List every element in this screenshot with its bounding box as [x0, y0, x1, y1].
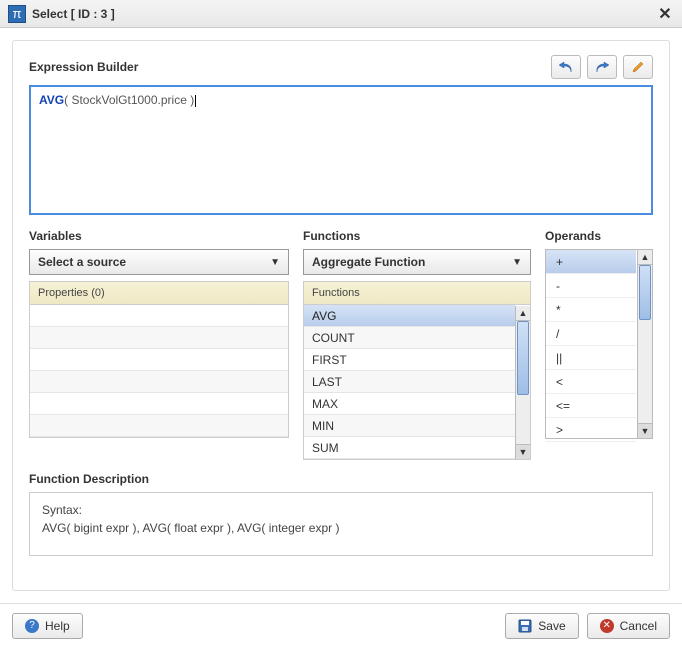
- variables-source-dropdown[interactable]: Select a source ▼: [29, 249, 289, 275]
- help-button[interactable]: ? Help: [12, 613, 83, 639]
- variable-row[interactable]: [30, 393, 288, 415]
- save-button[interactable]: Save: [505, 613, 578, 639]
- expr-fn: AVG: [39, 93, 64, 107]
- function-item[interactable]: COUNT: [304, 327, 515, 349]
- scroll-down-button[interactable]: ▼: [516, 444, 530, 459]
- help-icon: ?: [25, 619, 39, 633]
- function-item[interactable]: MAX: [304, 393, 515, 415]
- text-cursor: [195, 95, 196, 107]
- variables-list-header: Properties (0): [30, 282, 288, 305]
- operand-item[interactable]: -: [546, 274, 636, 298]
- functions-listbox: Functions AVGCOUNTFIRSTLASTMAXMINSUM ▲ ▼: [303, 281, 531, 460]
- undo-icon: [558, 60, 574, 74]
- function-item[interactable]: MIN: [304, 415, 515, 437]
- redo-icon: [594, 60, 610, 74]
- scroll-track[interactable]: [516, 321, 530, 444]
- dialog-footer: ? Help Save ✕ Cancel: [0, 603, 682, 647]
- operand-item[interactable]: >: [546, 418, 636, 442]
- functions-category-dropdown[interactable]: Aggregate Function ▼: [303, 249, 531, 275]
- variables-heading: Variables: [29, 229, 289, 243]
- cancel-label: Cancel: [620, 619, 657, 633]
- operand-item[interactable]: +: [546, 250, 636, 274]
- cancel-icon: ✕: [600, 619, 614, 633]
- window-title: Select [ ID : 3 ]: [32, 7, 656, 21]
- close-button[interactable]: ✕: [656, 5, 674, 23]
- save-label: Save: [538, 619, 565, 633]
- undo-button[interactable]: [551, 55, 581, 79]
- select-dialog: π Select [ ID : 3 ] ✕ Expression Builder: [0, 0, 682, 647]
- function-item[interactable]: SUM: [304, 437, 515, 459]
- expression-builder-heading: Expression Builder: [29, 60, 545, 74]
- variables-dropdown-label: Select a source: [38, 255, 270, 269]
- functions-scrollbar[interactable]: ▲ ▼: [515, 306, 530, 459]
- titlebar: π Select [ ID : 3 ] ✕: [0, 0, 682, 28]
- variable-row[interactable]: [30, 349, 288, 371]
- variable-row[interactable]: [30, 327, 288, 349]
- main-area: Expression Builder: [0, 28, 682, 603]
- syntax-label: Syntax:: [42, 503, 640, 517]
- function-item[interactable]: AVG: [304, 305, 515, 327]
- variable-row[interactable]: [30, 415, 288, 437]
- scroll-thumb[interactable]: [639, 265, 651, 320]
- function-description-heading: Function Description: [29, 472, 653, 486]
- functions-dropdown-label: Aggregate Function: [312, 255, 512, 269]
- chevron-down-icon: ▼: [512, 257, 522, 268]
- variable-row[interactable]: [30, 371, 288, 393]
- variable-row[interactable]: [30, 305, 288, 327]
- operand-item[interactable]: *: [546, 298, 636, 322]
- variables-listbox: Properties (0): [29, 281, 289, 438]
- functions-list-header: Functions: [304, 282, 530, 305]
- functions-column: Functions Aggregate Function ▼ Functions…: [303, 229, 531, 460]
- function-item[interactable]: FIRST: [304, 349, 515, 371]
- variables-column: Variables Select a source ▼ Properties (…: [29, 229, 289, 460]
- operand-item[interactable]: <: [546, 370, 636, 394]
- operands-column: Operands +-*/||<<=> ▲ ▼: [545, 229, 653, 460]
- expression-textarea[interactable]: AVG( StockVolGt1000.price ): [29, 85, 653, 215]
- scroll-up-button[interactable]: ▲: [516, 306, 530, 321]
- chevron-down-icon: ▼: [270, 257, 280, 268]
- pencil-icon: [631, 60, 645, 74]
- functions-heading: Functions: [303, 229, 531, 243]
- expr-close: ): [187, 93, 194, 107]
- syntax-text: AVG( bigint expr ), AVG( float expr ), A…: [42, 521, 640, 535]
- pi-icon: π: [8, 5, 26, 23]
- operand-item[interactable]: <=: [546, 394, 636, 418]
- redo-button[interactable]: [587, 55, 617, 79]
- operands-heading: Operands: [545, 229, 653, 243]
- edit-button[interactable]: [623, 55, 653, 79]
- cancel-button[interactable]: ✕ Cancel: [587, 613, 670, 639]
- help-label: Help: [45, 619, 70, 633]
- expr-arg: StockVolGt1000.price: [71, 93, 186, 107]
- function-item[interactable]: LAST: [304, 371, 515, 393]
- builder-panel: Expression Builder: [12, 40, 670, 591]
- scroll-track[interactable]: [638, 265, 652, 423]
- operand-item[interactable]: /: [546, 322, 636, 346]
- operands-listbox: +-*/||<<=> ▲ ▼: [545, 249, 653, 439]
- operand-item[interactable]: ||: [546, 346, 636, 370]
- scroll-down-button[interactable]: ▼: [638, 423, 652, 438]
- save-icon: [518, 619, 532, 633]
- scroll-up-button[interactable]: ▲: [638, 250, 652, 265]
- function-description-box: Syntax: AVG( bigint expr ), AVG( float e…: [29, 492, 653, 556]
- scroll-thumb[interactable]: [517, 321, 529, 395]
- operands-scrollbar[interactable]: ▲ ▼: [637, 250, 652, 438]
